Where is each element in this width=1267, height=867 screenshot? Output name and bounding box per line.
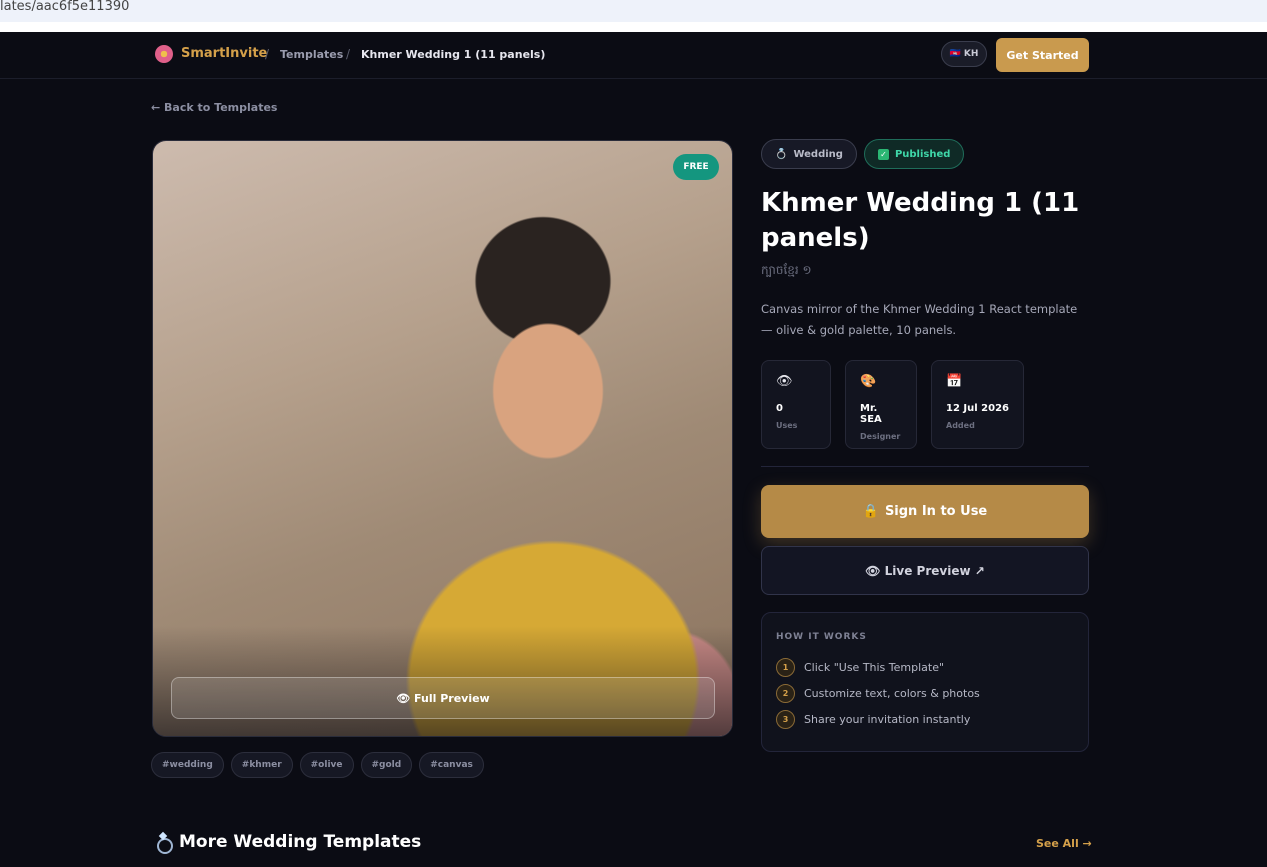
breadcrumb-separator: / xyxy=(346,47,351,61)
browser-address-bar[interactable]: lates/aac6f5e11390 xyxy=(0,0,1267,32)
more-templates-heading: More Wedding Templates xyxy=(155,832,422,854)
sign-in-label: Sign In to Use xyxy=(884,504,988,519)
how-it-works-panel: HOW IT WORKS 1 Click "Use This Template"… xyxy=(761,612,1089,752)
template-badges: 💍 Wedding ✓ Published xyxy=(761,139,965,169)
live-preview-button[interactable]: 👁 Live Preview ↗ xyxy=(761,546,1089,595)
stat-added: 📅 12 Jul 2026 Added xyxy=(931,360,1024,449)
step-text: Share your invitation instantly xyxy=(804,713,971,726)
tag-chip[interactable]: #wedding xyxy=(151,752,224,778)
step-text: Customize text, colors & photos xyxy=(804,687,980,700)
language-toggle-button[interactable]: 🇰🇭 KH xyxy=(941,41,987,67)
stat-value: 0 xyxy=(776,403,783,414)
flower-logo-icon[interactable] xyxy=(155,45,173,63)
palette-icon: 🎨 xyxy=(860,374,877,389)
how-it-works-title: HOW IT WORKS xyxy=(776,632,867,642)
step-item: 2 Customize text, colors & photos xyxy=(776,684,980,703)
full-preview-button[interactable]: 👁 Full Preview xyxy=(171,677,715,719)
tag-chip[interactable]: #gold xyxy=(360,752,413,778)
stat-uses: 👁 0 Uses xyxy=(761,360,831,449)
tag-chip[interactable]: #khmer xyxy=(230,752,293,778)
template-description: Canvas mirror of the Khmer Wedding 1 Rea… xyxy=(761,302,1078,337)
stat-value: Mr. SEA xyxy=(860,403,882,425)
breadcrumb-separator: / xyxy=(265,47,270,61)
tag-list: #wedding #khmer #olive #gold #canvas xyxy=(151,752,484,778)
status-badge: ✓ Published xyxy=(863,139,965,169)
category-label: Wedding xyxy=(793,148,843,160)
khmer-subtitle: ក្បាចខ្មែរ ១ xyxy=(761,263,812,277)
more-templates-title: More Wedding Templates xyxy=(179,832,422,852)
step-number: 1 xyxy=(776,658,795,677)
checkmark-icon: ✓ xyxy=(877,148,889,160)
divider xyxy=(761,466,1089,467)
breadcrumb-current: Khmer Wedding 1 (11 panels) xyxy=(361,48,546,61)
ring-icon: 💍 xyxy=(775,148,788,160)
template-stats: 👁 0 Uses 🎨 Mr. SEA Designer 📅 12 Jul 202… xyxy=(761,360,1024,449)
top-nav: SmartInvite / Templates / Khmer Wedding … xyxy=(0,32,1267,79)
template-preview-image[interactable]: FREE 👁 Full Preview xyxy=(152,140,733,737)
back-to-templates-link[interactable]: ← Back to Templates xyxy=(151,101,277,114)
calendar-icon: 📅 xyxy=(946,374,963,389)
tag-chip[interactable]: #olive xyxy=(299,752,354,778)
step-text: Click "Use This Template" xyxy=(804,661,945,674)
eye-icon: 👁 xyxy=(776,374,793,389)
breadcrumb-templates[interactable]: Templates xyxy=(280,48,343,61)
category-badge[interactable]: 💍 Wedding xyxy=(761,139,857,169)
stat-label: Uses xyxy=(776,421,798,430)
page-title: Khmer Wedding 1 (11 panels) xyxy=(761,188,1080,253)
lock-icon: 🔒 xyxy=(862,504,879,519)
get-started-button[interactable]: Get Started xyxy=(996,38,1089,72)
step-item: 3 Share your invitation instantly xyxy=(776,710,970,729)
stat-value: 12 Jul 2026 xyxy=(946,403,1009,414)
status-label: Published xyxy=(894,148,951,160)
stat-label: Added xyxy=(946,421,975,430)
stat-designer: 🎨 Mr. SEA Designer xyxy=(845,360,917,449)
brand-name[interactable]: SmartInvite xyxy=(181,46,267,61)
ring-icon xyxy=(155,833,173,854)
tag-chip[interactable]: #canvas xyxy=(419,752,484,778)
free-badge: FREE xyxy=(673,154,719,180)
step-number: 2 xyxy=(776,684,795,703)
see-all-link[interactable]: See All → xyxy=(1036,837,1092,850)
stat-label: Designer xyxy=(860,432,901,441)
step-number: 3 xyxy=(776,710,795,729)
url-text[interactable]: lates/aac6f5e11390 xyxy=(0,0,1267,22)
step-item: 1 Click "Use This Template" xyxy=(776,658,944,677)
sign-in-to-use-button[interactable]: 🔒 Sign In to Use xyxy=(761,485,1089,538)
